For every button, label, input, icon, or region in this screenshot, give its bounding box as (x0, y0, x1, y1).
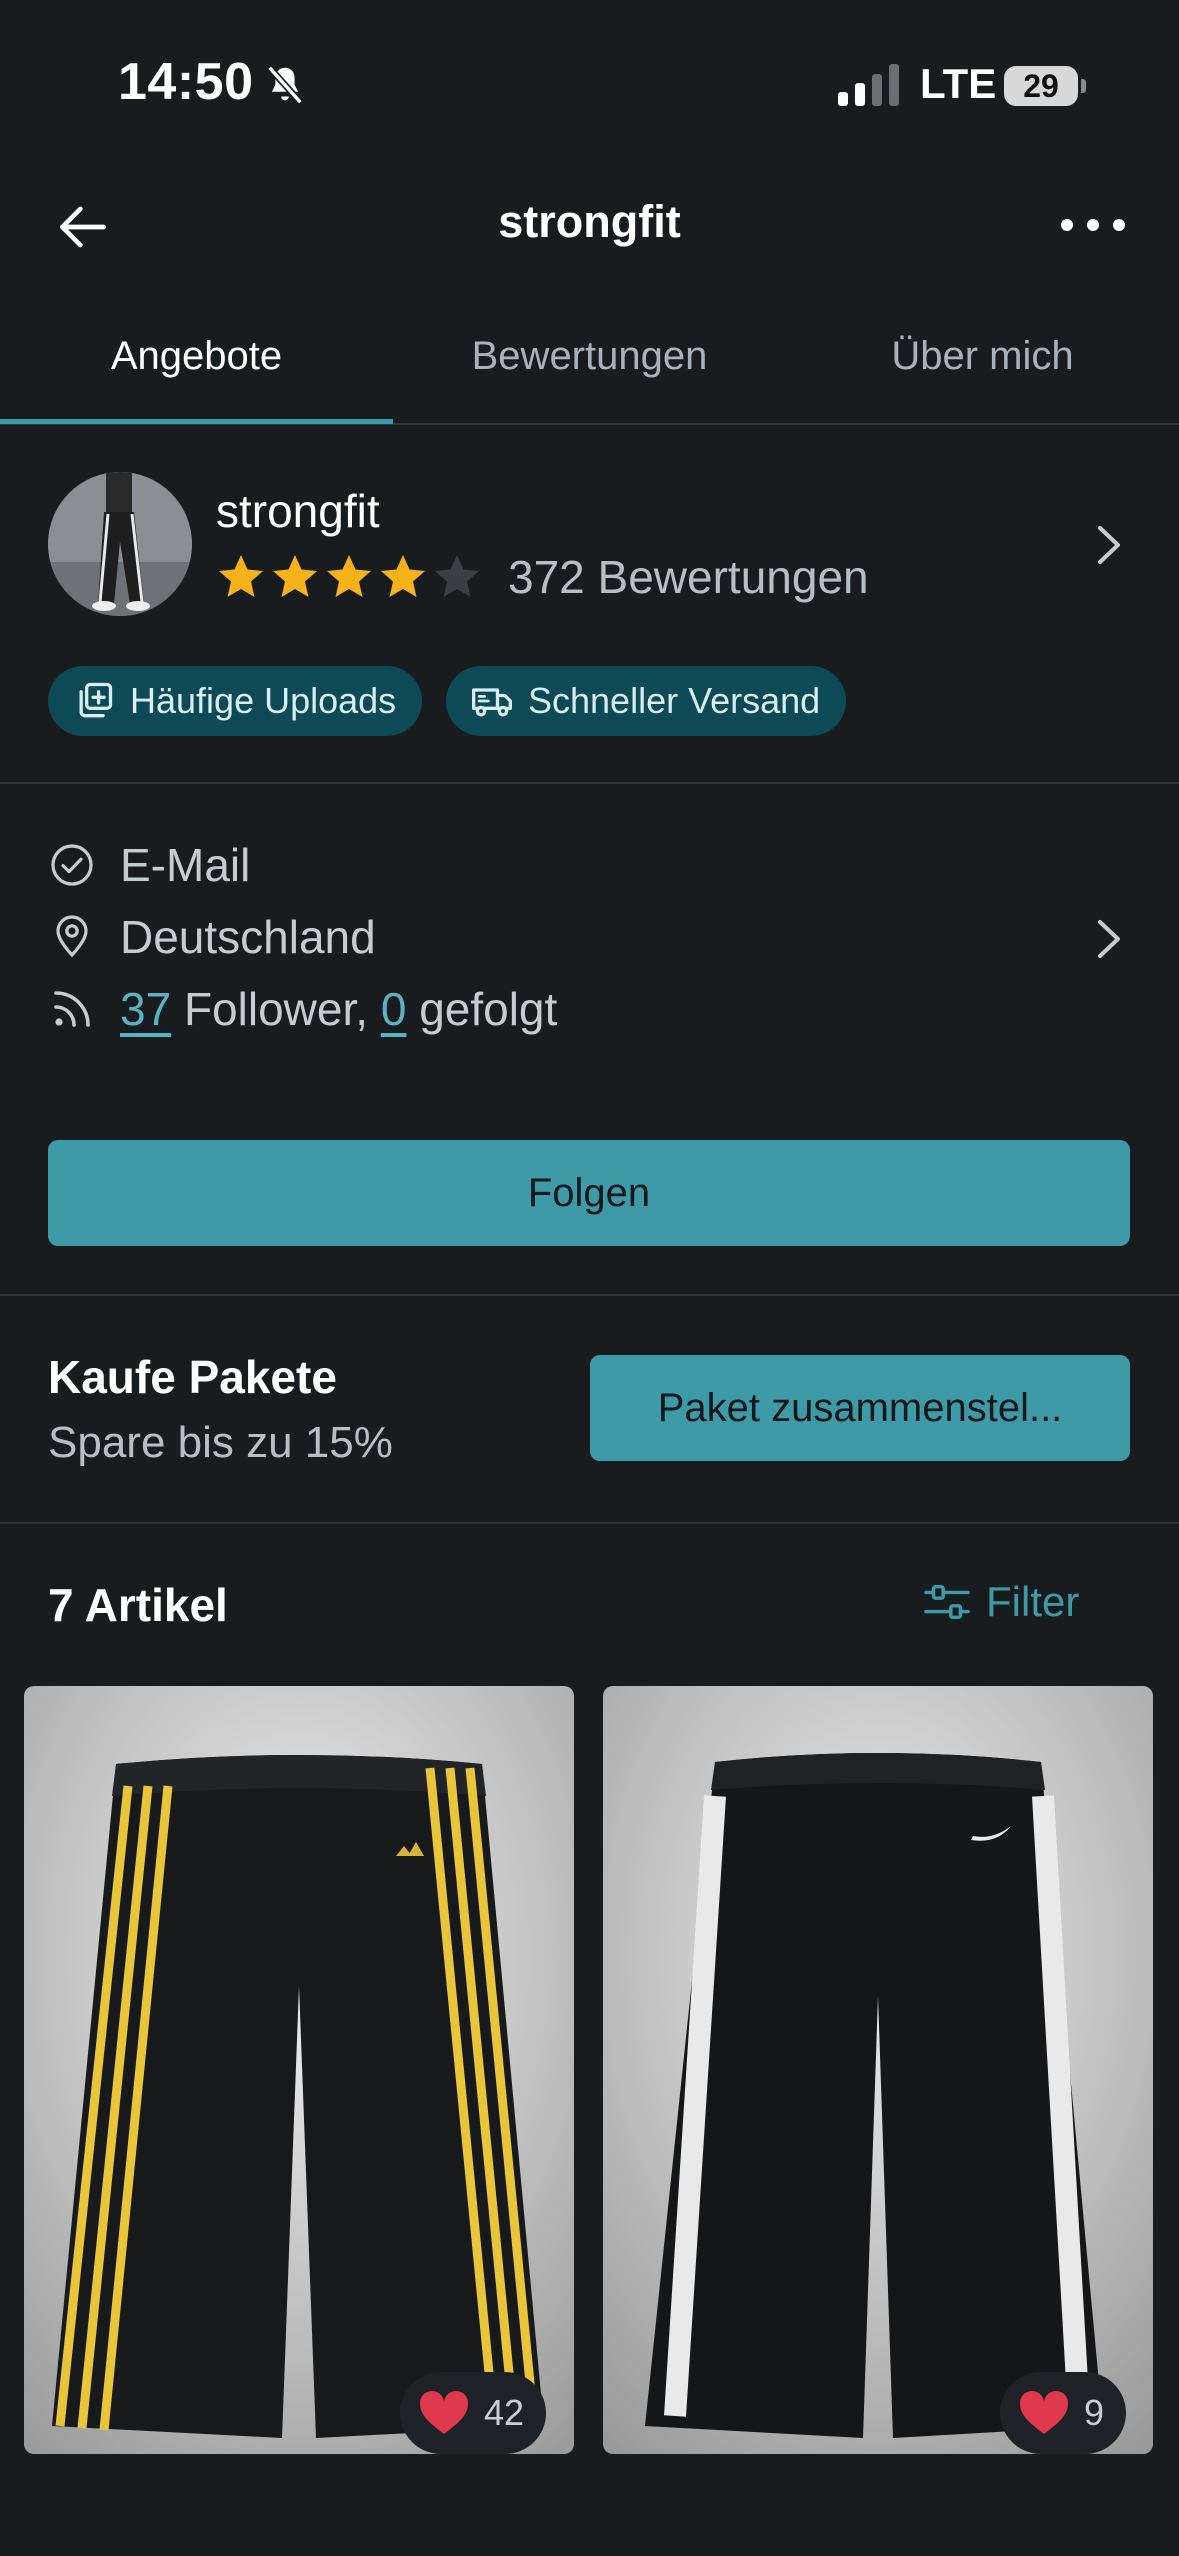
avatar[interactable] (48, 472, 192, 616)
filter-sliders-icon (924, 1584, 970, 1620)
location-pin-icon (56, 915, 88, 958)
profile-name[interactable]: strongfit (216, 484, 380, 538)
badge-label: Schneller Versand (528, 680, 821, 721)
tab-angebote[interactable]: Angebote (0, 334, 393, 379)
signal-icon (838, 64, 899, 106)
page-title: strongfit (498, 196, 681, 247)
uploads-icon (79, 682, 113, 718)
truck-icon (472, 688, 512, 717)
bundle-subtitle: Spare bis zu 15% (48, 1418, 393, 1467)
product-image (24, 1686, 574, 2454)
location-row[interactable]: Deutschland (48, 910, 376, 964)
verified-email-row: E-Mail (48, 838, 250, 892)
badge-frequent-uploads: Häufige Uploads (48, 666, 423, 736)
product-image (603, 1686, 1153, 2454)
following-label: gefolgt (419, 983, 558, 1035)
followers-label: Follower, (183, 983, 369, 1035)
like-count: 9 (1084, 2392, 1105, 2433)
bell-muted-icon (267, 65, 303, 105)
bundle-title: Kaufe Pakete (48, 1351, 337, 1403)
network-type: LTE (920, 60, 997, 107)
like-button[interactable]: 9 (1000, 2372, 1127, 2454)
tab-ueber-mich[interactable]: Über mich (786, 334, 1179, 379)
product-card[interactable] (603, 1686, 1153, 2454)
following-link[interactable]: 0 (381, 983, 407, 1035)
rss-feed-icon (54, 991, 90, 1027)
chevron-right-icon[interactable] (1094, 916, 1124, 962)
active-tab-indicator (0, 419, 393, 424)
battery-level: 29 (1023, 68, 1059, 104)
followers-row: 37 Follower, 0 gefolgt (48, 982, 557, 1036)
product-card[interactable] (24, 1686, 574, 2454)
more-options-icon[interactable] (1060, 218, 1126, 232)
item-count: 7 Artikel (48, 1579, 228, 1631)
location-label: Deutschland (120, 911, 376, 963)
heart-icon (419, 2390, 469, 2434)
filter-label: Filter (986, 1578, 1080, 1625)
followers-link[interactable]: 37 (120, 983, 171, 1035)
section-divider (0, 1522, 1179, 1524)
email-label: E-Mail (120, 839, 251, 891)
filter-button[interactable]: Filter (922, 1578, 1079, 1626)
section-divider (0, 1294, 1179, 1296)
badge-label: Häufige Uploads (130, 680, 397, 721)
section-divider (0, 782, 1179, 784)
like-button[interactable]: 42 (400, 2372, 547, 2454)
battery-icon: 29 (1004, 66, 1086, 106)
like-count: 42 (484, 2392, 525, 2433)
status-time: 14:50 (118, 53, 254, 111)
heart-icon (1019, 2390, 1069, 2434)
check-circle-icon (51, 844, 93, 886)
chevron-right-icon[interactable] (1094, 522, 1124, 568)
tab-bewertungen[interactable]: Bewertungen (393, 334, 786, 379)
review-count[interactable]: 372 Bewertungen (508, 550, 869, 604)
rating-stars-icon (219, 555, 479, 597)
badge-fast-shipping: Schneller Versand (446, 666, 847, 736)
create-bundle-button[interactable]: Paket zusammenstel... (590, 1355, 1130, 1461)
follow-button[interactable]: Folgen (48, 1140, 1130, 1246)
